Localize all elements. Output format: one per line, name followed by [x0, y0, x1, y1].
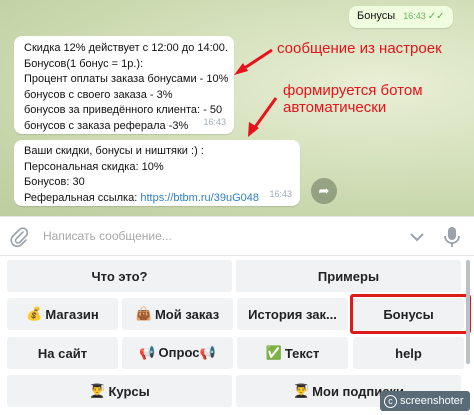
keyboard-button-shop[interactable]: 💰 Магазин	[7, 298, 118, 330]
keyboard-button-text[interactable]: ✅ Текст	[237, 337, 348, 369]
check-mark-icon: ✅	[265, 345, 282, 360]
keyboard-button-label: Курсы	[108, 383, 150, 399]
keyboard-button-to-site[interactable]: На сайт	[7, 337, 118, 369]
keyboard-button-my-order[interactable]: 👜 Мой заказ	[122, 298, 233, 330]
keyboard-button-courses[interactable]: 👨‍🎓 Курсы	[7, 375, 232, 407]
keyboard-button-label: История зак...	[248, 306, 337, 322]
keyboard-button-label: help	[395, 345, 422, 361]
money-bag-icon: 💰	[26, 306, 43, 321]
keyboard-button-poll[interactable]: 📢 Опрос📢	[122, 337, 233, 369]
annotation-arrow-1	[234, 48, 278, 137]
message-input[interactable]: Написать сообщение...	[43, 229, 172, 243]
megaphone-icon: 📢	[139, 345, 156, 360]
chat-area: Бонусы 16:43 ✓✓ Скидка 12% действует с 1…	[0, 0, 474, 216]
keyboard-scrollbar[interactable]	[466, 260, 470, 364]
keyboard-button-label: Опрос📢	[158, 345, 216, 360]
student-icon: 👨‍🎓	[89, 383, 106, 398]
student-icon: 👨‍🎓	[292, 383, 310, 398]
keyboard-button-what-is-it[interactable]: Что это?	[7, 260, 232, 292]
copyright-icon: c	[384, 394, 397, 408]
keyboard-button-label: Магазин	[45, 306, 99, 322]
keyboard-button-label: Примеры	[317, 268, 380, 284]
keyboard-button-examples[interactable]: Примеры	[236, 260, 461, 292]
keyboard-button-order-history[interactable]: История зак...	[237, 298, 348, 330]
keyboard-button-label: Что это?	[91, 268, 148, 284]
handbag-icon: 👜	[135, 306, 152, 321]
keyboard-button-label: Мой заказ	[154, 306, 220, 322]
microphone-icon[interactable]	[443, 225, 461, 249]
watermark-text: screenshoter	[400, 395, 464, 407]
keyboard-button-help[interactable]: help	[353, 337, 464, 369]
keyboard-button-label: На сайт	[37, 345, 88, 361]
bonuses-highlight-frame	[350, 294, 471, 334]
keyboard-button-label: Текст	[284, 345, 320, 361]
message-input-bar: Написать сообщение...	[0, 216, 474, 256]
paperclip-icon[interactable]	[9, 226, 29, 248]
watermark: c screenshoter	[380, 391, 470, 411]
chevron-down-icon[interactable]	[408, 229, 426, 245]
